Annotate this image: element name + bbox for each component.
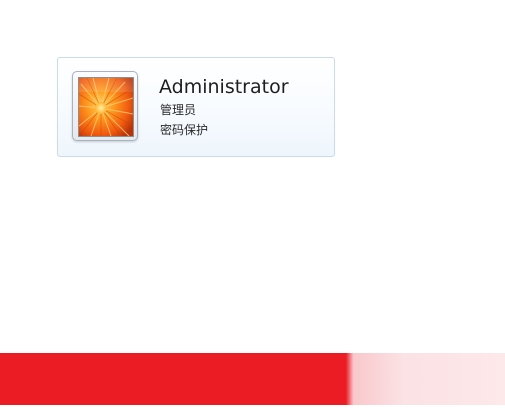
login-screen: Administrator 管理员 密码保护 (0, 0, 505, 408)
username-label: Administrator (159, 76, 289, 98)
user-account-tile[interactable]: Administrator 管理员 密码保护 (57, 57, 335, 157)
password-protected-label: 密码保护 (160, 123, 209, 137)
red-banner (0, 353, 505, 405)
account-role-label: 管理员 (160, 103, 197, 117)
flower-avatar-icon (78, 77, 134, 137)
avatar (72, 71, 138, 141)
